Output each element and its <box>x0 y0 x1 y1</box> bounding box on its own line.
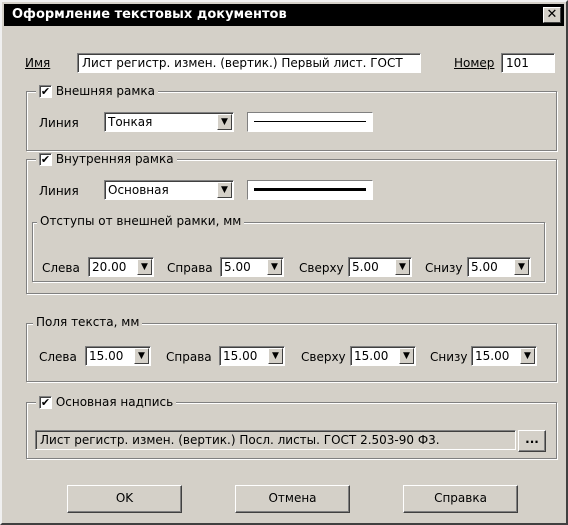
thin-line-sample <box>254 121 366 122</box>
chevron-down-icon[interactable]: ▼ <box>399 348 414 364</box>
title-block-field: Лист регистр. измен. (вертик.) Посл. лис… <box>35 430 516 450</box>
dialog-window: Оформление текстовых документов ✕ Имя Ли… <box>0 0 568 525</box>
offset-bottom-label: Снизу <box>425 261 463 275</box>
chevron-down-icon[interactable]: ▼ <box>267 259 282 275</box>
ok-button[interactable]: OK <box>67 485 182 513</box>
inner-line-label: Линия <box>39 184 79 198</box>
margin-right-value: 15.00 <box>223 349 258 363</box>
browse-button[interactable]: ... <box>518 430 546 452</box>
text-margins-title: Поля текста, мм <box>33 315 143 329</box>
margin-right-select[interactable]: 15.00 ▼ <box>219 346 285 366</box>
outer-frame-header: ✔ Внешняя рамка <box>36 84 158 98</box>
inner-line-preview <box>247 180 373 200</box>
margin-top-value: 15.00 <box>354 349 389 363</box>
outer-frame-checkbox[interactable]: ✔ <box>39 85 52 98</box>
offsets-title: Отступы от внешней рамки, мм <box>37 214 245 228</box>
margin-bottom-select[interactable]: 15.00 ▼ <box>471 346 537 366</box>
cancel-button[interactable]: Отмена <box>235 485 350 513</box>
offset-left-value: 20.00 <box>92 260 127 274</box>
number-field[interactable]: 101 <box>501 53 555 73</box>
chevron-down-icon[interactable]: ▼ <box>134 348 149 364</box>
margin-left-label: Слева <box>39 350 77 364</box>
number-label: Номер <box>454 56 495 70</box>
offset-right-value: 5.00 <box>224 260 251 274</box>
name-field[interactable]: Лист регистр. измен. (вертик.) Первый ли… <box>77 53 421 73</box>
outer-frame-title: Внешняя рамка <box>55 84 155 98</box>
chevron-down-icon[interactable]: ▼ <box>520 348 535 364</box>
inner-line-select[interactable]: Основная ▼ <box>104 180 234 200</box>
outer-line-preview <box>247 112 373 132</box>
name-label: Имя <box>25 56 51 70</box>
offset-right-select[interactable]: 5.00 ▼ <box>220 257 284 277</box>
offset-bottom-select[interactable]: 5.00 ▼ <box>467 257 531 277</box>
chevron-down-icon[interactable]: ▼ <box>217 182 232 198</box>
chevron-down-icon[interactable]: ▼ <box>217 114 232 130</box>
outer-line-value: Тонкая <box>108 115 153 129</box>
margin-top-label: Сверху <box>301 350 346 364</box>
offset-bottom-value: 5.00 <box>471 260 498 274</box>
margin-top-select[interactable]: 15.00 ▼ <box>350 346 416 366</box>
window-title: Оформление текстовых документов <box>12 7 287 22</box>
title-block-checkbox[interactable]: ✔ <box>39 396 52 409</box>
thick-line-sample <box>254 188 366 191</box>
offset-top-label: Сверху <box>299 261 344 275</box>
margin-bottom-value: 15.00 <box>475 349 510 363</box>
margin-left-select[interactable]: 15.00 ▼ <box>85 346 151 366</box>
inner-line-value: Основная <box>108 183 169 197</box>
offset-left-select[interactable]: 20.00 ▼ <box>88 257 154 277</box>
chevron-down-icon[interactable]: ▼ <box>268 348 283 364</box>
chevron-down-icon[interactable]: ▼ <box>514 259 529 275</box>
inner-frame-title: Внутренняя рамка <box>55 152 174 166</box>
margin-right-label: Справа <box>166 350 212 364</box>
offset-right-label: Справа <box>167 261 213 275</box>
title-block-header: ✔ Основная надпись <box>36 395 177 409</box>
title-bar: Оформление текстовых документов ✕ <box>4 4 564 26</box>
chevron-down-icon[interactable]: ▼ <box>137 259 152 275</box>
outer-line-select[interactable]: Тонкая ▼ <box>104 112 234 132</box>
offset-left-label: Слева <box>42 261 80 275</box>
help-button[interactable]: Справка <box>403 485 518 513</box>
chevron-down-icon[interactable]: ▼ <box>395 259 410 275</box>
offset-top-value: 5.00 <box>352 260 379 274</box>
inner-frame-header: ✔ Внутренняя рамка <box>36 152 177 166</box>
title-block-title: Основная надпись <box>55 395 174 409</box>
close-icon[interactable]: ✕ <box>543 7 561 23</box>
inner-frame-checkbox[interactable]: ✔ <box>39 153 52 166</box>
margin-left-value: 15.00 <box>89 349 124 363</box>
margin-bottom-label: Снизу <box>430 350 468 364</box>
outer-line-label: Линия <box>39 116 79 130</box>
offset-top-select[interactable]: 5.00 ▼ <box>348 257 412 277</box>
